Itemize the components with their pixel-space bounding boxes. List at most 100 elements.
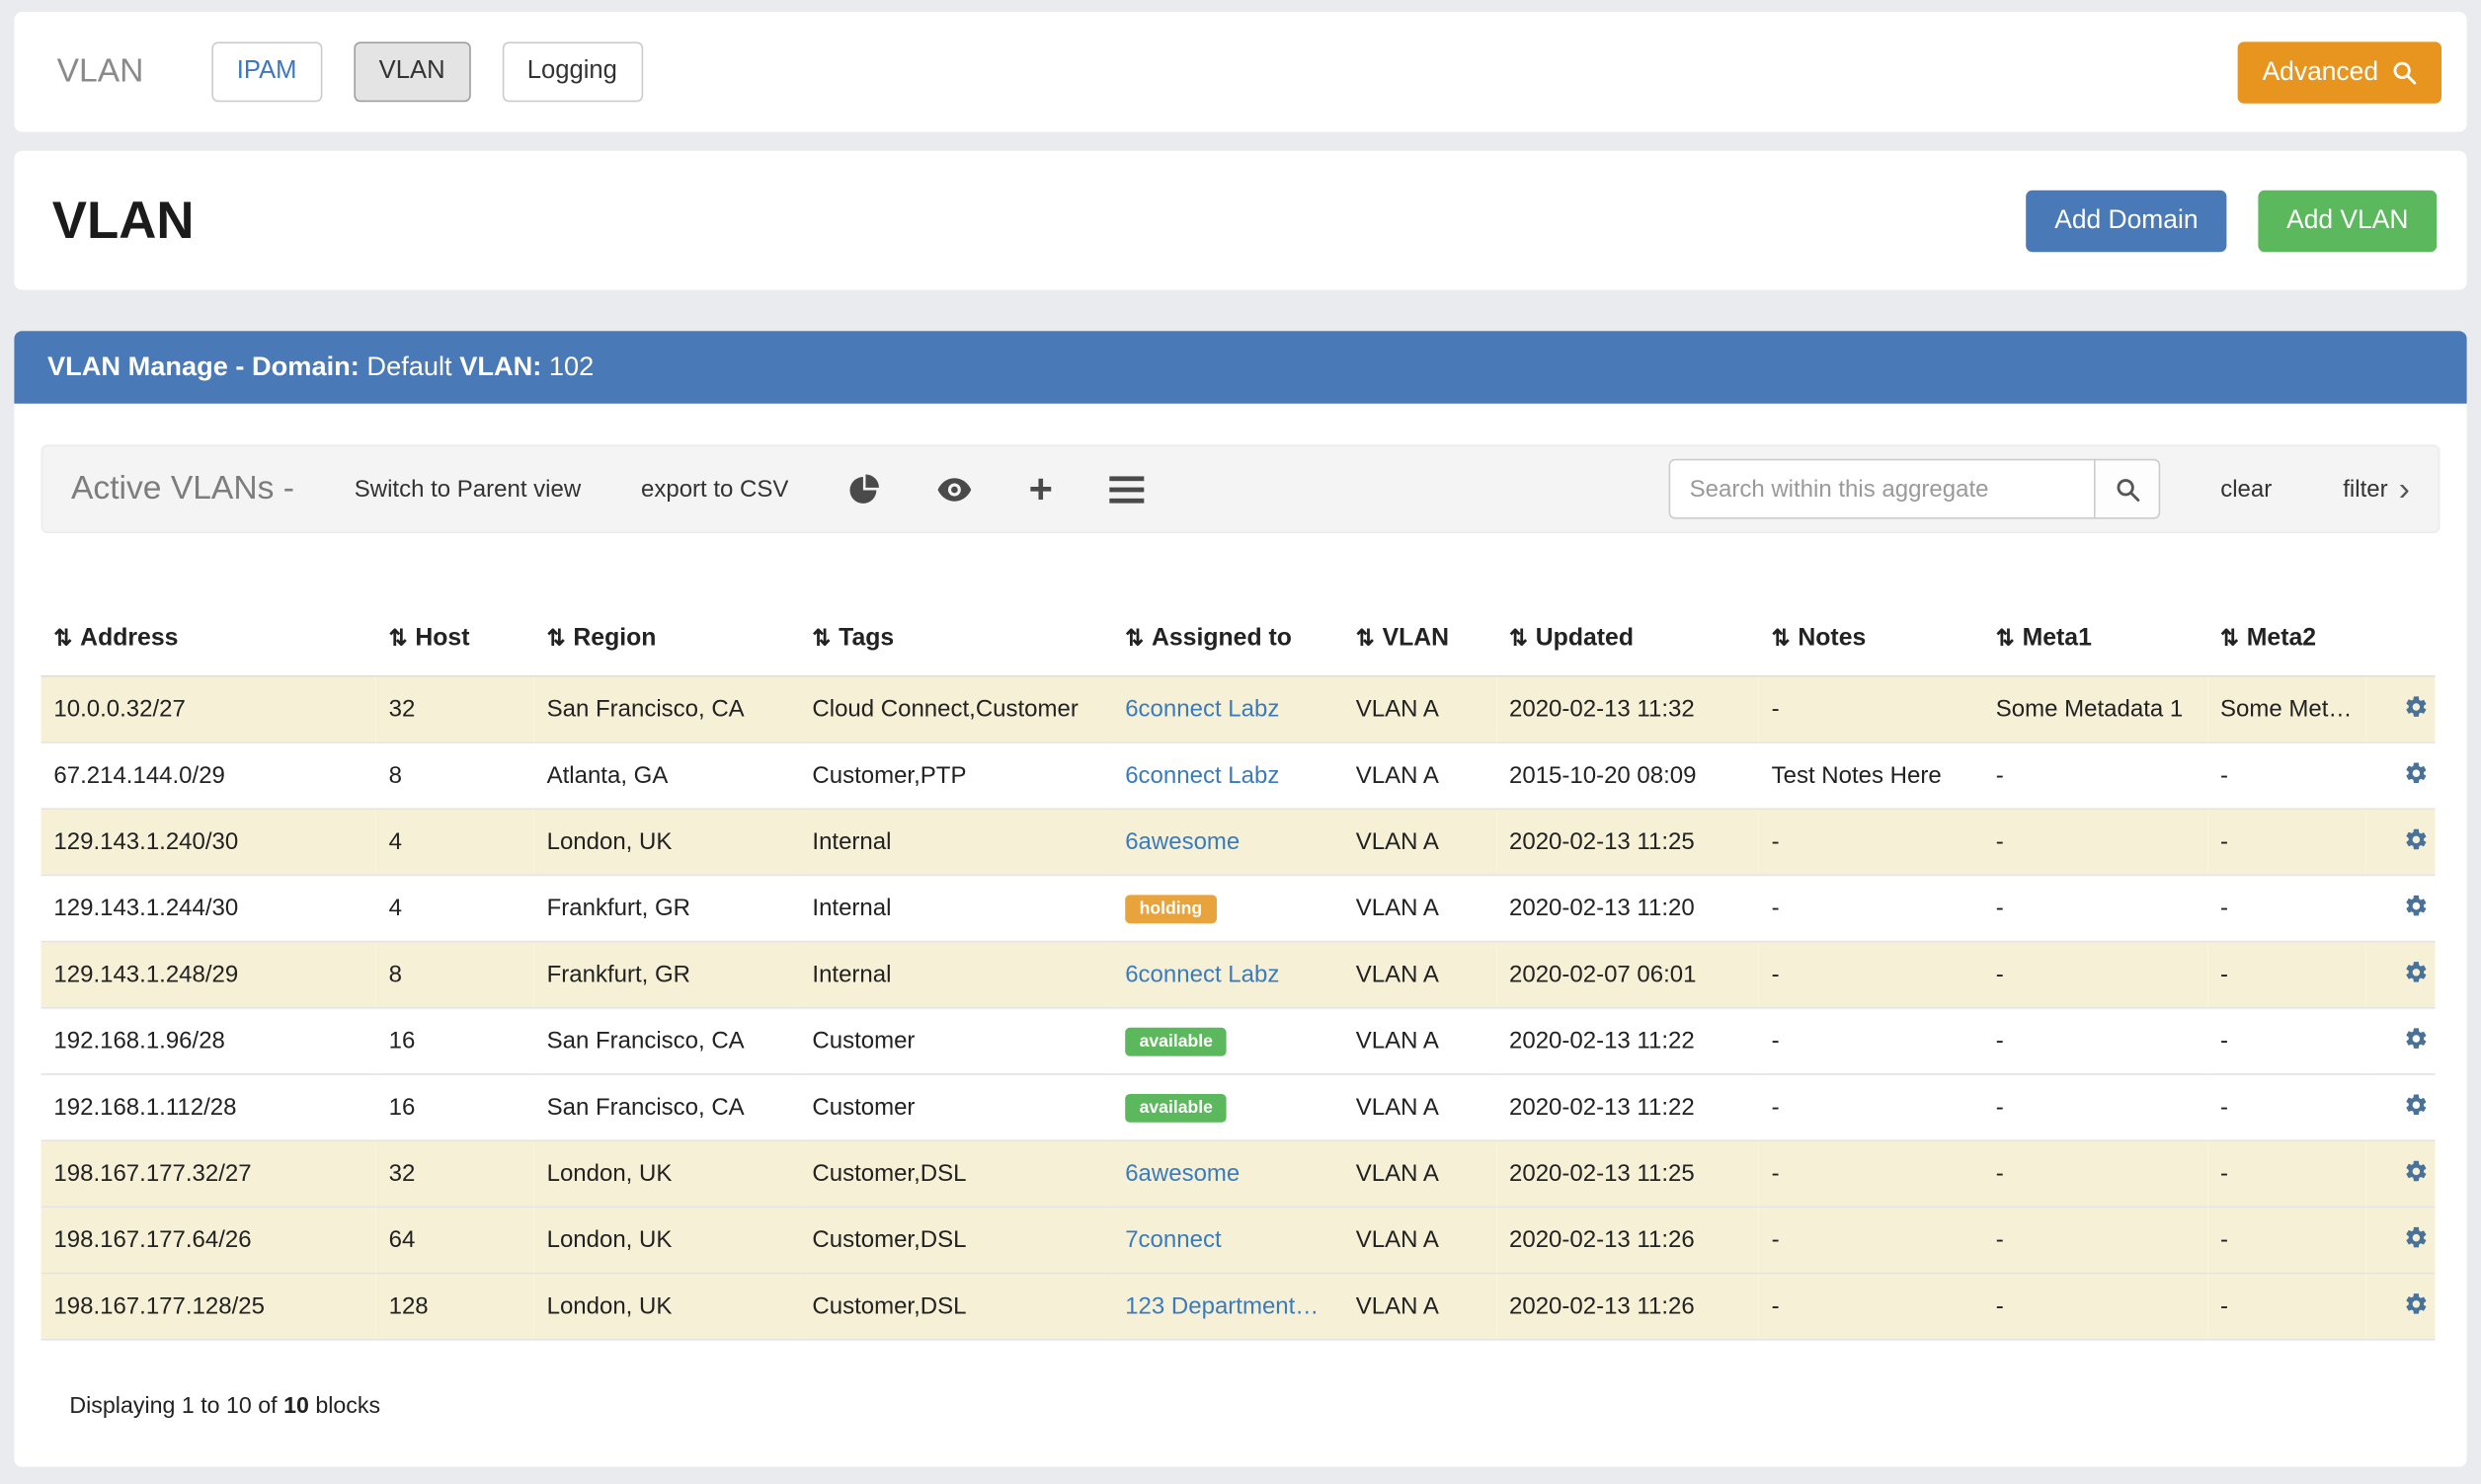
assigned-to-link[interactable]: 6connect Labz — [1125, 762, 1279, 789]
cell-assigned-to: available — [1112, 1008, 1343, 1074]
assigned-to-link[interactable]: 7connect — [1125, 1226, 1221, 1253]
cell-address: 129.143.1.248/29 — [41, 942, 376, 1008]
gear-icon[interactable] — [2404, 760, 2430, 786]
panel-title: VLAN Manage - Domain: Default VLAN: 102 — [14, 331, 2466, 404]
cell-meta2: - — [2207, 1274, 2365, 1340]
column-header-updated[interactable]: ⇅Updated — [1496, 612, 1759, 676]
cell-notes: - — [1759, 875, 1983, 941]
switch-to-parent-view-link[interactable]: Switch to Parent view — [355, 476, 581, 503]
cell-vlan: VLAN A — [1343, 875, 1496, 941]
cell-notes: - — [1759, 1074, 1983, 1140]
gear-icon[interactable] — [2404, 826, 2430, 852]
cell-actions — [2365, 1008, 2435, 1074]
add-domain-button[interactable]: Add Domain — [2026, 190, 2226, 251]
column-label: Notes — [1798, 625, 1866, 652]
cell-vlan: VLAN A — [1343, 1008, 1496, 1074]
nav-tab-ipam[interactable]: IPAM — [211, 41, 322, 102]
cell-actions — [2365, 742, 2435, 809]
cell-updated: 2020-02-13 11:26 — [1496, 1274, 1759, 1340]
column-header-region[interactable]: ⇅Region — [534, 612, 800, 676]
column-label: Host — [415, 625, 469, 652]
cell-host: 32 — [376, 676, 534, 742]
search-input[interactable] — [1669, 459, 2096, 519]
gear-icon[interactable] — [2404, 1025, 2430, 1051]
cell-actions — [2365, 1140, 2435, 1207]
cell-notes: - — [1759, 1008, 1983, 1074]
column-header-assigned-to[interactable]: ⇅Assigned to — [1112, 612, 1343, 676]
cell-meta2: - — [2207, 875, 2365, 941]
gear-icon[interactable] — [2404, 1092, 2430, 1118]
sort-icon: ⇅ — [1509, 625, 1528, 651]
assigned-to-link[interactable]: 6awesome — [1125, 1160, 1240, 1187]
cell-assigned-to: 6awesome — [1112, 809, 1343, 875]
cell-address: 192.168.1.112/28 — [41, 1074, 376, 1140]
gear-icon[interactable] — [2404, 1224, 2430, 1250]
table-header-row: ⇅Address ⇅Host ⇅Region ⇅Tags ⇅Assigned t… — [41, 612, 2436, 676]
cell-notes: - — [1759, 809, 1983, 875]
cell-assigned-to: 6awesome — [1112, 1140, 1343, 1207]
cell-region: San Francisco, CA — [534, 1074, 800, 1140]
pie-chart-icon[interactable] — [848, 473, 880, 505]
nav-tab-vlan[interactable]: VLAN — [354, 41, 470, 102]
add-vlan-button[interactable]: Add VLAN — [2258, 190, 2437, 251]
cell-tags: Customer,DSL — [800, 1140, 1113, 1207]
cell-meta2: - — [2207, 1008, 2365, 1074]
cell-meta1: - — [1983, 809, 2207, 875]
gear-icon[interactable] — [2404, 1158, 2430, 1184]
cell-vlan: VLAN A — [1343, 1274, 1496, 1340]
advanced-search-label: Advanced — [2263, 57, 2378, 87]
assigned-to-link[interactable]: 123 Department… — [1125, 1293, 1319, 1320]
cell-actions — [2365, 809, 2435, 875]
eye-icon[interactable] — [937, 477, 972, 501]
cell-meta2: Some Met… — [2207, 676, 2365, 742]
column-header-meta2[interactable]: ⇅Meta2 — [2207, 612, 2365, 676]
cell-notes: - — [1759, 1207, 1983, 1273]
cell-region: San Francisco, CA — [534, 676, 800, 742]
column-header-meta1[interactable]: ⇅Meta1 — [1983, 612, 2207, 676]
gear-icon[interactable] — [2404, 959, 2430, 984]
gear-icon[interactable] — [2404, 1290, 2430, 1316]
advanced-search-button[interactable]: Advanced — [2237, 41, 2441, 103]
assigned-to-link[interactable]: 6connect Labz — [1125, 696, 1279, 723]
gear-icon[interactable] — [2404, 693, 2430, 719]
column-header-tags[interactable]: ⇅Tags — [800, 612, 1113, 676]
cell-updated: 2020-02-13 11:25 — [1496, 1140, 1759, 1207]
cell-host: 8 — [376, 942, 534, 1008]
assigned-to-link[interactable]: 6awesome — [1125, 828, 1240, 855]
cell-actions — [2365, 1207, 2435, 1273]
active-vlans-label: Active VLANs - — [71, 470, 294, 508]
filter-link[interactable]: filter › — [2343, 472, 2410, 506]
column-header-notes[interactable]: ⇅Notes — [1759, 612, 1983, 676]
cell-address: 67.214.144.0/29 — [41, 742, 376, 809]
cell-tags: Cloud Connect,Customer — [800, 676, 1113, 742]
search-button[interactable] — [2094, 459, 2160, 519]
cell-meta2: - — [2207, 1207, 2365, 1273]
cell-meta2: - — [2207, 1074, 2365, 1140]
assigned-to-link[interactable]: 6connect Labz — [1125, 962, 1279, 988]
sort-icon: ⇅ — [2220, 625, 2239, 651]
cell-region: London, UK — [534, 809, 800, 875]
clear-link[interactable]: clear — [2220, 476, 2272, 503]
list-icon[interactable] — [1110, 474, 1145, 504]
cell-vlan: VLAN A — [1343, 742, 1496, 809]
nav-tab-logging[interactable]: Logging — [502, 41, 642, 102]
column-label: Assigned to — [1152, 625, 1292, 652]
cell-address: 192.168.1.96/28 — [41, 1008, 376, 1074]
plus-icon[interactable]: + — [1029, 468, 1053, 509]
column-header-address[interactable]: ⇅Address — [41, 612, 376, 676]
table-row: 129.143.1.248/29 8 Frankfurt, GR Interna… — [41, 942, 2436, 1008]
cell-region: Frankfurt, GR — [534, 942, 800, 1008]
column-header-vlan[interactable]: ⇅VLAN — [1343, 612, 1496, 676]
cell-address: 198.167.177.32/27 — [41, 1140, 376, 1207]
search-icon — [2116, 477, 2139, 501]
cell-actions — [2365, 676, 2435, 742]
cell-updated: 2020-02-13 11:22 — [1496, 1074, 1759, 1140]
cell-notes: - — [1759, 1140, 1983, 1207]
gear-icon[interactable] — [2404, 893, 2430, 918]
table-row: 198.167.177.32/27 32 London, UK Customer… — [41, 1140, 2436, 1207]
column-label: Tags — [839, 625, 894, 652]
column-header-host[interactable]: ⇅Host — [376, 612, 534, 676]
table-row: 129.143.1.244/30 4 Frankfurt, GR Interna… — [41, 875, 2436, 941]
export-to-csv-link[interactable]: export to CSV — [641, 476, 788, 503]
cell-address: 198.167.177.64/26 — [41, 1207, 376, 1273]
